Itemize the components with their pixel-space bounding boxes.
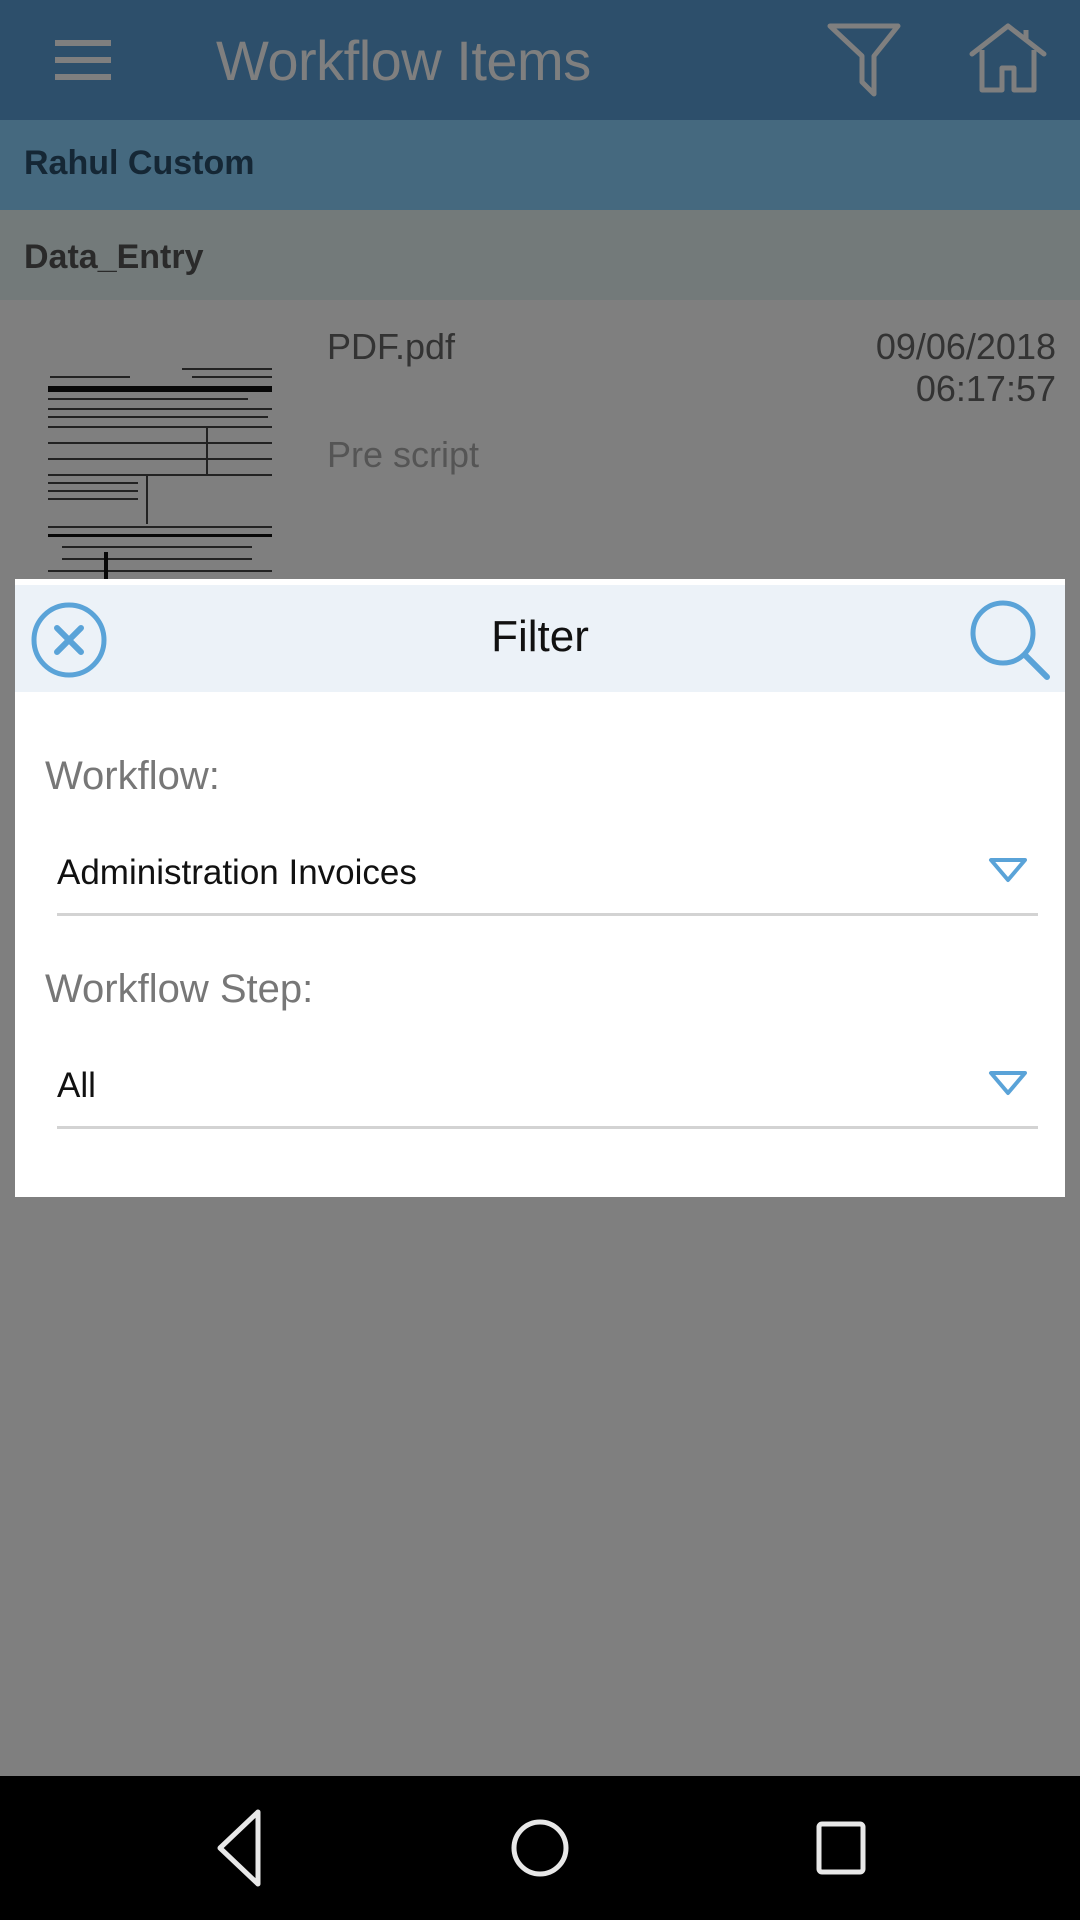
recents-square-icon [816, 1821, 866, 1875]
back-triangle-icon [217, 1809, 261, 1887]
workflow-step-label: Workflow Step: [45, 967, 314, 1011]
filter-dialog-header: Filter [15, 585, 1065, 692]
workflow-step-dropdown[interactable]: All [57, 1056, 1038, 1129]
filter-dialog: Filter Workflow: Administration Invoices… [15, 579, 1065, 1197]
filter-dialog-title: Filter [491, 612, 589, 661]
home-circle-icon [511, 1819, 569, 1877]
system-nav-bar [0, 1776, 1080, 1920]
home-nav-button[interactable] [495, 1806, 585, 1890]
chevron-down-icon [989, 1071, 1027, 1095]
recents-button[interactable] [796, 1806, 886, 1890]
workflow-dropdown[interactable]: Administration Invoices [57, 843, 1038, 916]
workflow-label: Workflow: [45, 754, 220, 798]
chevron-down-icon [989, 858, 1027, 882]
back-button[interactable] [196, 1806, 286, 1890]
search-icon [970, 600, 1050, 680]
workflow-step-selected-value: All [57, 1066, 96, 1105]
search-button[interactable] [965, 595, 1055, 685]
workflow-selected-value: Administration Invoices [57, 853, 417, 892]
